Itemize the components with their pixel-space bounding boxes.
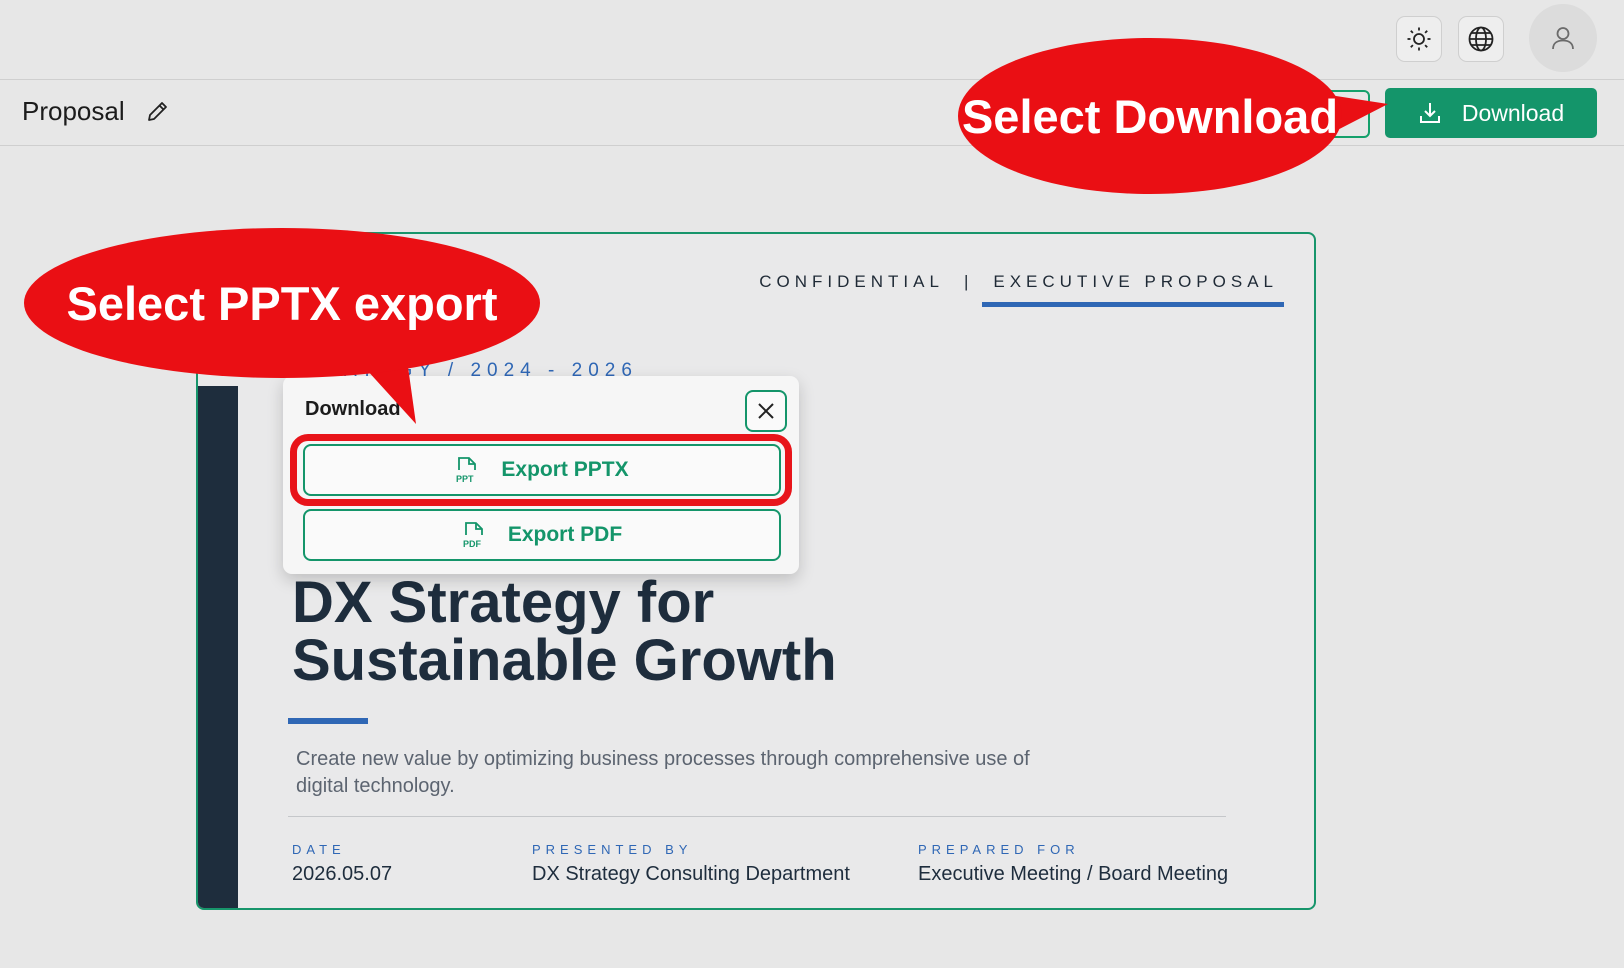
app: Proposal Download CONFIDENTIAL | EXECUTIVE… bbox=[0, 0, 1624, 968]
select-download-callout: Select Download bbox=[958, 38, 1342, 194]
select-pptx-callout: Select PPTX export bbox=[24, 228, 540, 378]
callout-pointers bbox=[356, 92, 1388, 424]
